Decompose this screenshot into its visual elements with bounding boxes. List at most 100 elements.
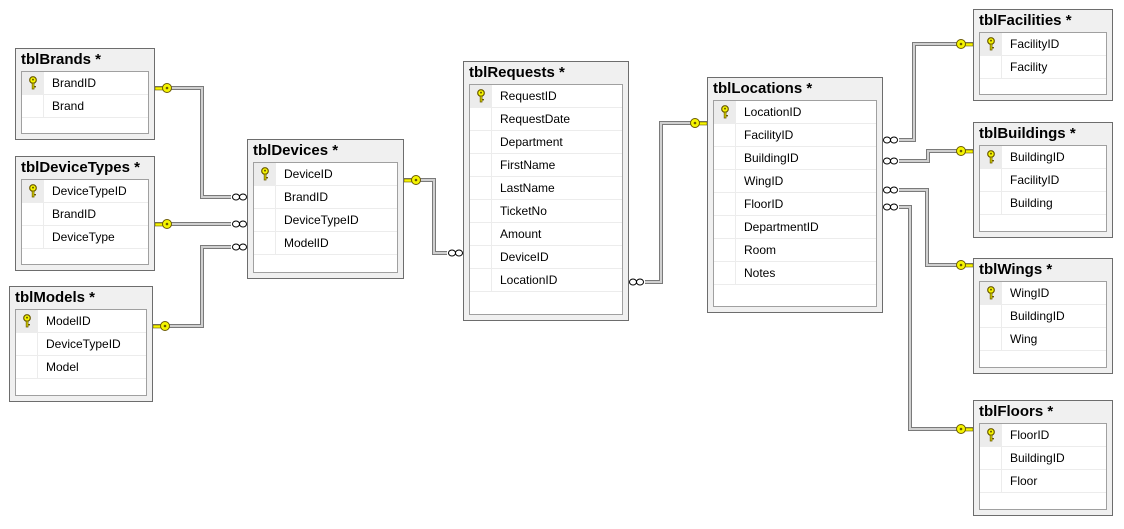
table-tblfacilities[interactable]: tblFacilities * FacilityID Facility <box>973 9 1113 101</box>
column-row[interactable]: WingID <box>714 170 876 193</box>
column-row[interactable]: RequestDate <box>470 108 622 131</box>
primary-key-icon <box>714 101 736 123</box>
primary-key-icon <box>980 146 1002 168</box>
column-row[interactable]: DeviceID <box>470 246 622 269</box>
column-row[interactable]: Facility <box>980 56 1106 79</box>
column-row[interactable]: Floor <box>980 470 1106 493</box>
relationship-line[interactable] <box>883 186 974 270</box>
column-name: DeviceTypeID <box>52 184 127 198</box>
relationship-line[interactable] <box>883 146 974 166</box>
one-end-key-icon <box>956 260 974 270</box>
relationship-line[interactable] <box>883 39 974 145</box>
column-grid: FacilityID Facility <box>979 32 1107 95</box>
diagram-canvas[interactable]: tblBrands * BrandID Brand tblDeviceTypes * D… <box>0 0 1124 529</box>
one-end-key-icon <box>690 118 708 128</box>
column-name: ModelID <box>284 236 329 250</box>
column-row[interactable]: FloorID <box>714 193 876 216</box>
column-name: DeviceID <box>500 250 549 264</box>
relationship-line[interactable] <box>152 243 247 331</box>
many-end-infinity-icon <box>447 249 463 257</box>
column-grid: DeviceTypeID BrandID DeviceType <box>21 179 149 265</box>
column-row[interactable]: ModelID <box>16 310 146 333</box>
column-grid: FloorID BuildingID Floor <box>979 423 1107 510</box>
primary-key-icon <box>22 72 44 94</box>
table-tblwings[interactable]: tblWings * WingID BuildingID Wing <box>973 258 1113 374</box>
row-selector <box>980 470 1002 492</box>
column-name: WingID <box>744 174 784 188</box>
table-tblmodels[interactable]: tblModels * ModelID DeviceTypeID Model <box>9 286 153 402</box>
column-row[interactable]: Model <box>16 356 146 379</box>
row-selector <box>980 328 1002 350</box>
column-grid: WingID BuildingID Wing <box>979 281 1107 368</box>
row-selector <box>470 154 492 176</box>
column-name: BrandID <box>52 76 97 90</box>
column-row[interactable]: Brand <box>22 95 148 118</box>
column-row[interactable]: Room <box>714 239 876 262</box>
relationship-line[interactable] <box>629 118 708 287</box>
column-name: LocationID <box>500 273 558 287</box>
relationship-line[interactable] <box>883 203 974 434</box>
column-name: DepartmentID <box>744 220 819 234</box>
column-row[interactable]: ModelID <box>254 232 397 255</box>
relationship-line[interactable] <box>154 219 247 229</box>
column-row[interactable]: FacilityID <box>980 33 1106 56</box>
column-grid: ModelID DeviceTypeID Model <box>15 309 147 396</box>
column-row[interactable]: DeviceTypeID <box>22 180 148 203</box>
table-title: tblDeviceTypes * <box>21 159 140 176</box>
column-row[interactable]: BuildingID <box>714 147 876 170</box>
column-row[interactable]: WingID <box>980 282 1106 305</box>
column-row[interactable]: RequestID <box>470 85 622 108</box>
table-tblrequests[interactable]: tblRequests * RequestID RequestDate Departm… <box>463 61 629 321</box>
column-row[interactable]: DeviceID <box>254 163 397 186</box>
column-row[interactable]: BrandID <box>254 186 397 209</box>
row-selector <box>16 356 38 378</box>
column-row[interactable]: DeviceType <box>22 226 148 249</box>
column-row[interactable]: FirstName <box>470 154 622 177</box>
one-end-key-icon <box>403 175 421 185</box>
column-name: BuildingID <box>1010 451 1065 465</box>
column-row[interactable]: LocationID <box>714 101 876 124</box>
column-row[interactable]: BuildingID <box>980 146 1106 169</box>
table-tblbuildings[interactable]: tblBuildings * BuildingID FacilityID Buildi… <box>973 122 1113 238</box>
column-row[interactable]: FacilityID <box>714 124 876 147</box>
column-row[interactable]: BuildingID <box>980 447 1106 470</box>
column-row[interactable]: TicketNo <box>470 200 622 223</box>
table-tbldevices[interactable]: tblDevices * DeviceID BrandID DeviceTypeID M… <box>247 139 404 279</box>
column-name: DeviceTypeID <box>284 213 359 227</box>
column-row[interactable]: DeviceTypeID <box>254 209 397 232</box>
column-name: Notes <box>744 266 776 280</box>
column-row[interactable]: Department <box>470 131 622 154</box>
column-row[interactable]: FacilityID <box>980 169 1106 192</box>
column-row[interactable]: LocationID <box>470 269 622 292</box>
column-row[interactable]: BuildingID <box>980 305 1106 328</box>
table-tblfloors[interactable]: tblFloors * FloorID BuildingID Floor <box>973 400 1113 516</box>
row-selector <box>980 305 1002 327</box>
column-row[interactable]: Building <box>980 192 1106 215</box>
row-selector <box>254 232 276 254</box>
table-tblbrands[interactable]: tblBrands * BrandID Brand <box>15 48 155 140</box>
table-tbldevicetypes[interactable]: tblDeviceTypes * DeviceTypeID BrandID Devic… <box>15 156 155 271</box>
column-row[interactable]: BrandID <box>22 72 148 95</box>
row-selector <box>470 246 492 268</box>
column-row[interactable]: Notes <box>714 262 876 285</box>
row-selector <box>714 193 736 215</box>
column-row[interactable]: DeviceTypeID <box>16 333 146 356</box>
column-row[interactable]: Amount <box>470 223 622 246</box>
column-name: Department <box>500 135 563 149</box>
column-row[interactable]: LastName <box>470 177 622 200</box>
column-name: BrandID <box>52 207 97 221</box>
relationship-line[interactable] <box>154 83 247 202</box>
table-tbllocations[interactable]: tblLocations * LocationID FacilityID Buildi… <box>707 77 883 313</box>
column-row[interactable]: Wing <box>980 328 1106 351</box>
column-row[interactable]: BrandID <box>22 203 148 226</box>
table-title: tblFloors * <box>979 403 1054 420</box>
primary-key-icon <box>254 163 276 185</box>
primary-key-icon <box>16 310 38 332</box>
column-name: Amount <box>500 227 542 241</box>
column-name: Floor <box>1010 474 1038 488</box>
column-row[interactable]: DepartmentID <box>714 216 876 239</box>
column-name: WingID <box>1010 286 1050 300</box>
row-selector <box>470 223 492 245</box>
relationship-line[interactable] <box>403 175 463 258</box>
column-row[interactable]: FloorID <box>980 424 1106 447</box>
